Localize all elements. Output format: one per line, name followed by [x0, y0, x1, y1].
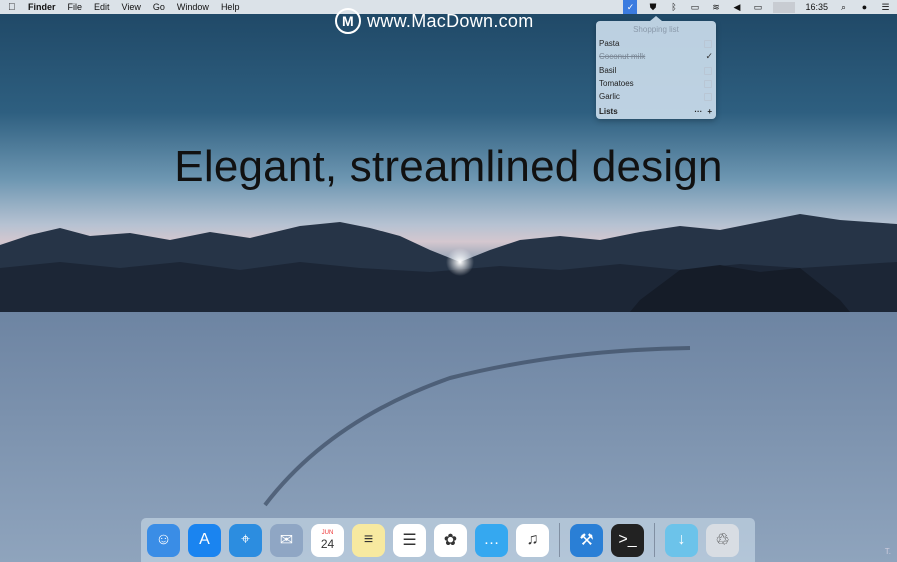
volume-icon[interactable]: ◀ [731, 2, 742, 12]
more-icon[interactable]: ··· [694, 107, 702, 116]
notification-center-icon[interactable]: ☰ [880, 2, 891, 12]
checkbox[interactable] [704, 93, 712, 102]
photos-icon[interactable]: ✿ [434, 523, 467, 557]
notes-icon[interactable]: ≡ [352, 523, 385, 557]
app-store-icon[interactable]: A [188, 523, 221, 557]
checkbox[interactable] [704, 40, 712, 48]
watermark-logo: M [335, 8, 361, 34]
shield-icon[interactable]: ⛊ [647, 2, 658, 12]
list-item[interactable]: Pasta [596, 37, 716, 50]
clock[interactable]: 16:35 [805, 2, 828, 12]
menu-file[interactable]: File [68, 2, 83, 12]
itunes-icon[interactable]: ♫ [516, 523, 549, 557]
list-item[interactable]: Tomatoes [596, 77, 716, 90]
corner-text: T. [884, 547, 891, 556]
reminders-icon[interactable]: ☰ [393, 523, 426, 557]
wallpaper-landscape [0, 214, 897, 562]
checkbox[interactable] [704, 66, 712, 75]
dock-separator [559, 523, 560, 557]
menu-finder[interactable]: Finder [28, 2, 56, 12]
siri-icon[interactable]: ● [859, 2, 870, 12]
downloads-folder-icon[interactable]: ↓ [665, 523, 698, 557]
apple-menu-icon[interactable]:  [8, 2, 18, 13]
watermark-text: www.MacDown.com [367, 10, 534, 31]
popover-footer: Lists ··· + [599, 106, 712, 116]
checkbox[interactable] [704, 79, 712, 88]
search-icon[interactable]: ⌕ [838, 2, 849, 12]
watermark: M www.MacDown.com [335, 8, 534, 34]
add-icon[interactable]: + [707, 107, 712, 116]
list-item[interactable]: Coconut milk ✓ [596, 50, 716, 63]
lists-button[interactable]: Lists [599, 107, 618, 116]
finder-icon[interactable]: ☺ [147, 523, 180, 557]
menu-go[interactable]: Go [153, 2, 165, 12]
dock-separator [654, 523, 655, 557]
menu-help[interactable]: Help [221, 2, 240, 12]
menu-edit[interactable]: Edit [94, 2, 110, 12]
list-item[interactable]: Garlic [596, 90, 716, 103]
messages-icon[interactable]: … [475, 523, 508, 557]
dock: ☺ A ⌖ ✉ JUN 24 ≡ ☰ ✿… ♫ ⚒ >_ ↓ ♲ [141, 518, 755, 562]
battery-icon[interactable]: ▭ [752, 2, 763, 12]
airplay-icon[interactable]: ▭ [689, 2, 700, 12]
checkmark-icon[interactable]: ✓ [623, 0, 638, 14]
checkmark-icon[interactable]: ✓ [705, 50, 713, 63]
headline: Elegant, streamlined design [174, 142, 723, 191]
xcode-icon[interactable]: ⚒ [570, 523, 603, 557]
safari-icon[interactable]: ⌖ [229, 523, 262, 557]
calendar-icon[interactable]: JUN 24 [311, 523, 344, 557]
list-item[interactable]: Basil [596, 64, 716, 77]
status-area: ✓ ⛊ ᛒ ▭ ≋ ◀ ▭ 16:35 ⌕ ● ☰ [623, 0, 891, 14]
menu-view[interactable]: View [122, 2, 141, 12]
terminal-icon[interactable]: >_ [611, 523, 644, 557]
trash-icon[interactable]: ♲ [706, 523, 739, 557]
popover-title: Shopping list [633, 25, 679, 34]
user-name-block[interactable] [773, 1, 796, 13]
mail-icon[interactable]: ✉ [270, 523, 303, 557]
bluetooth-icon[interactable]: ᛒ [668, 2, 679, 12]
shopping-list-popover: Shopping list Pasta Coconut milk ✓ Basil… [596, 16, 716, 119]
wifi-icon[interactable]: ≋ [710, 2, 721, 12]
menu-window[interactable]: Window [177, 2, 209, 12]
